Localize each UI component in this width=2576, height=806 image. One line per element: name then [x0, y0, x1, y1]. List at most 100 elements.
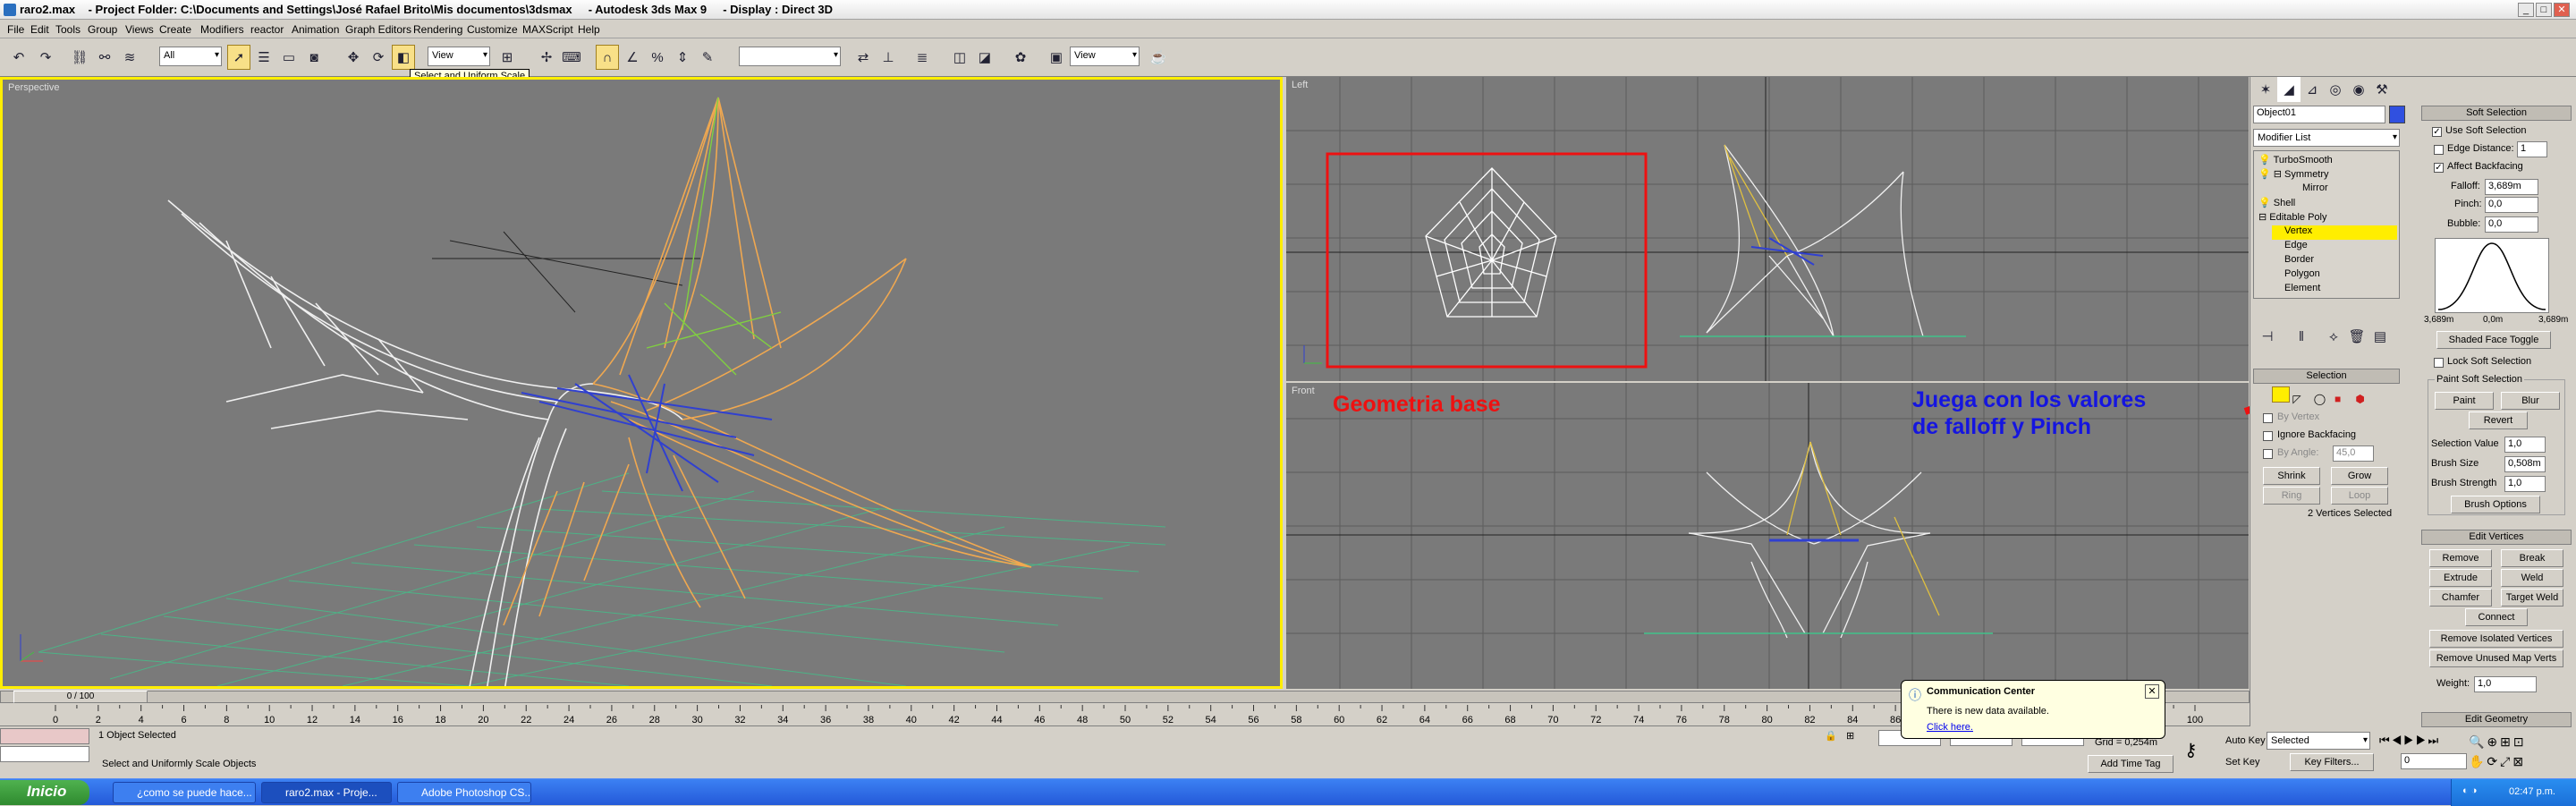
start-button[interactable]: Inicio	[0, 780, 89, 805]
maxscript-listener[interactable]	[0, 728, 89, 744]
pinch-field[interactable]: 0,0	[2485, 197, 2538, 213]
extrude-button[interactable]: Extrude	[2429, 569, 2492, 587]
stack-item-polygon[interactable]: Polygon	[2284, 268, 2320, 283]
minimize-button[interactable]: _	[2518, 3, 2534, 17]
stack-item-shell[interactable]: 💡 Shell	[2258, 197, 2295, 211]
lock-selection-icon[interactable]: 🔒	[1825, 730, 1837, 742]
angle-snap-icon[interactable]: ∠	[621, 45, 644, 70]
spinner-snap-icon[interactable]: ⇕	[671, 45, 694, 70]
layer-manager-icon[interactable]: ≣	[911, 45, 934, 70]
by-vertex-checkbox[interactable]	[2263, 413, 2273, 423]
menu-file[interactable]: File	[7, 23, 24, 36]
menu-reactor[interactable]: reactor	[250, 23, 284, 36]
maxscript-input[interactable]	[0, 746, 89, 762]
weld-button[interactable]: Weld	[2501, 569, 2563, 587]
playback-controls[interactable]: ⏮◀▶▶⏭	[2379, 734, 2451, 750]
selection-rollout-title[interactable]: Selection	[2253, 369, 2400, 384]
set-key-label[interactable]: Set Key	[2225, 757, 2260, 768]
menu-create[interactable]: Create	[159, 23, 191, 36]
viewport-label-left[interactable]: Left	[1292, 80, 1308, 90]
remove-unused-map-button[interactable]: Remove Unused Map Verts	[2429, 649, 2563, 667]
schematic-view-icon[interactable]: ◪	[973, 45, 996, 70]
mirror-icon[interactable]: ⇄	[852, 45, 875, 70]
connect-button[interactable]: Connect	[2465, 608, 2528, 626]
material-editor-icon[interactable]: ✿	[1009, 45, 1032, 70]
rect-selection-icon[interactable]: ▭	[277, 45, 301, 70]
viewport-label-perspective[interactable]: Perspective	[8, 82, 59, 93]
stack-item-mirror[interactable]: Mirror	[2302, 182, 2328, 197]
select-by-name-icon[interactable]: ☰	[252, 45, 275, 70]
break-button[interactable]: Break	[2501, 549, 2563, 567]
time-slider-thumb[interactable]: 0 / 100	[13, 691, 148, 703]
auto-key-label[interactable]: Auto Key	[2225, 735, 2266, 746]
stack-item-turbosmooth[interactable]: 💡 TurboSmooth	[2258, 154, 2333, 168]
menu-animation[interactable]: Animation	[292, 23, 339, 36]
pivot-center-icon[interactable]: ⊞	[496, 45, 519, 70]
menu-views[interactable]: Views	[125, 23, 154, 36]
target-weld-button[interactable]: Target Weld	[2501, 589, 2563, 607]
viewport-nav-controls[interactable]: 🔍⊕⊞⊡ ✋⟳⤢⊠	[2469, 732, 2572, 771]
stack-item-edge[interactable]: Edge	[2284, 240, 2308, 254]
absolute-mode-icon[interactable]: ⊞	[1846, 730, 1854, 742]
by-angle-checkbox[interactable]	[2263, 449, 2273, 459]
motion-tab-icon[interactable]: ◎	[2324, 77, 2347, 102]
curve-editor-icon[interactable]: ◫	[948, 45, 971, 70]
left-viewport[interactable]: Left	[1286, 77, 2249, 381]
shaded-face-toggle-button[interactable]: Shaded Face Toggle	[2436, 331, 2551, 349]
named-selection-dropdown[interactable]	[739, 47, 841, 66]
menu-tools[interactable]: Tools	[55, 23, 80, 36]
utilities-tab-icon[interactable]: ⚒	[2370, 77, 2394, 102]
polygon-mode-icon[interactable]: ■	[2334, 393, 2352, 409]
menu-edit[interactable]: Edit	[30, 23, 49, 36]
menu-rendering[interactable]: Rendering	[413, 23, 462, 36]
edge-distance-checkbox[interactable]	[2434, 145, 2444, 155]
menu-help[interactable]: Help	[578, 23, 600, 36]
grow-button[interactable]: Grow	[2331, 467, 2388, 485]
close-button[interactable]: ✕	[2554, 3, 2570, 17]
snap-toggle-icon[interactable]: ∩	[596, 45, 619, 70]
remove-button[interactable]: Remove	[2429, 549, 2492, 567]
shrink-button[interactable]: Shrink	[2263, 467, 2320, 485]
task-browser[interactable]: ¿como se puede hace...	[113, 782, 256, 803]
soft-selection-rollout-title[interactable]: Soft Selection	[2421, 106, 2572, 121]
menu-maxscript[interactable]: MAXScript	[522, 23, 573, 36]
weight-field[interactable]: 1,0	[2474, 676, 2537, 692]
bubble-field[interactable]: 0,0	[2485, 216, 2538, 233]
select-scale-icon[interactable]: ◧	[392, 45, 415, 70]
object-name-field[interactable]: Object01	[2253, 106, 2385, 123]
remove-modifier-icon[interactable]: 🗑	[2345, 324, 2368, 349]
edge-distance-field[interactable]: 1	[2517, 141, 2547, 157]
create-tab-icon[interactable]: ✶	[2254, 77, 2277, 102]
comm-link[interactable]: Click here.	[1927, 722, 1973, 733]
loop-button[interactable]: Loop	[2331, 487, 2388, 505]
remove-isolated-button[interactable]: Remove Isolated Vertices	[2429, 630, 2563, 648]
redo-icon[interactable]: ↷	[34, 45, 57, 70]
affect-backfacing-checkbox[interactable]: ✓	[2434, 163, 2444, 173]
brush-size-field[interactable]: 0,508m	[2504, 456, 2546, 472]
bind-space-warp-icon[interactable]: ≋	[118, 45, 141, 70]
link-icon[interactable]: ⛓	[68, 45, 91, 70]
selection-filter-dropdown[interactable]: All	[159, 47, 222, 66]
display-tab-icon[interactable]: ◉	[2347, 77, 2370, 102]
render-scene-icon[interactable]: ▣	[1045, 45, 1068, 70]
menu-graph-editors[interactable]: Graph Editors	[345, 23, 411, 36]
key-filters-button[interactable]: Key Filters...	[2290, 753, 2374, 771]
revert-button[interactable]: Revert	[2469, 411, 2528, 429]
chamfer-button[interactable]: Chamfer	[2429, 589, 2492, 607]
unlink-icon[interactable]: ⚯	[93, 45, 116, 70]
pin-stack-icon[interactable]: ⊣	[2256, 324, 2279, 349]
select-manipulate-icon[interactable]: ✢	[535, 45, 558, 70]
brush-strength-field[interactable]: 1,0	[2504, 476, 2546, 492]
lock-soft-selection-checkbox[interactable]	[2434, 358, 2444, 368]
reference-coord-dropdown[interactable]: View	[428, 47, 490, 66]
ring-button[interactable]: Ring	[2263, 487, 2320, 505]
modifier-list-dropdown[interactable]: Modifier List	[2253, 129, 2400, 147]
menu-modifiers[interactable]: Modifiers	[200, 23, 244, 36]
modify-tab-icon[interactable]: ◢	[2277, 77, 2301, 102]
quick-render-teapot-icon[interactable]: ☕	[1147, 45, 1170, 70]
comm-close-button[interactable]: ✕	[2145, 684, 2159, 699]
add-time-tag-button[interactable]: Add Time Tag	[2088, 755, 2174, 773]
make-unique-icon[interactable]: ⟡	[2322, 324, 2345, 349]
task-photoshop[interactable]: Adobe Photoshop CS...	[397, 782, 531, 803]
edit-named-sel-icon[interactable]: ✎	[696, 45, 719, 70]
